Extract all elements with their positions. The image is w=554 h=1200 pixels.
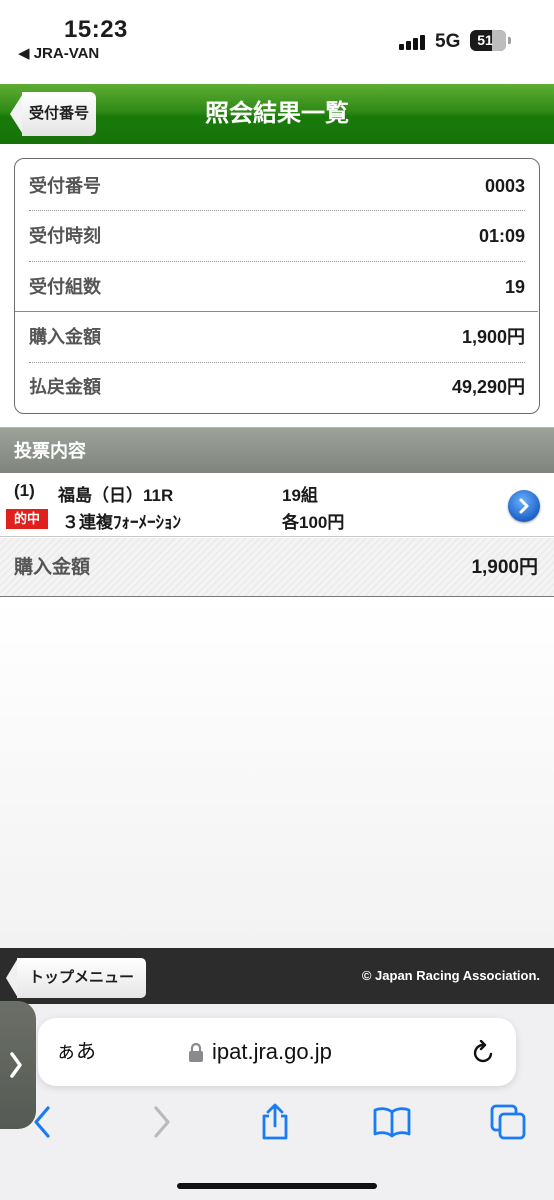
purchase-label: 購入金額 [14,557,91,578]
battery-level: 51 [477,32,493,48]
address-bar[interactable]: ぁあ ipat.jra.go.jp [38,1018,516,1086]
section-header: 投票内容 [0,427,554,473]
purchase-total-row: 購入金額 1,900円 [0,538,554,597]
summary-label: 受付番号 [29,176,101,196]
lock-icon [188,1042,204,1062]
summary-value: 49,290円 [451,377,525,397]
home-indicator [177,1183,377,1189]
screen: { "status_bar": { "time": "15:23", "back… [0,0,554,1200]
summary-row: 払戻金額 49,290円 [29,362,525,412]
chevron-right-icon [10,1052,22,1078]
bet-combos: 19組 [282,486,318,505]
top-menu-label: トップメニュー [17,958,146,998]
summary-value: 0003 [484,176,525,196]
url-text: ipat.jra.go.jp [212,1039,332,1064]
summary-label: 払戻金額 [29,377,101,397]
purchase-value: 1,900円 [471,557,538,578]
back-icon[interactable] [26,1102,66,1142]
bet-unit-price: 各100円 [282,513,345,532]
battery-icon: 51 [470,30,506,51]
share-icon[interactable] [255,1102,295,1142]
summary-row: 受付番号 0003 [29,161,525,211]
summary-value: 1,900円 [461,327,525,347]
bet-race: 福島（日）11R [58,486,174,505]
page-header: 照会結果一覧 受付番号 [0,84,554,144]
page-footer: トップメニュー © Japan Racing Association. [0,948,554,1004]
back-button-label: 受付番号 [22,92,96,136]
summary-row: 受付組数 19 [29,262,525,312]
reload-icon[interactable] [470,1039,496,1066]
bet-type: ３連複ﾌｫｰﾒｰｼｮﾝ [62,513,181,532]
tabs-icon[interactable] [488,1102,528,1142]
top-menu-button[interactable]: トップメニュー [6,958,146,998]
summary-box: 受付番号 0003 受付時刻 01:09 受付組数 19 購入金額 1,900円… [14,158,540,414]
bet-index: (1) [14,481,35,500]
status-time: 15:23 [64,16,128,43]
forward-icon[interactable] [140,1102,180,1142]
summary-label: 購入金額 [29,327,101,347]
reader-options-button[interactable]: ぁあ [56,1018,96,1086]
network-type: 5G [435,31,461,52]
summary-row: 受付時刻 01:09 [29,211,525,261]
signal-icon [399,34,427,50]
summary-label: 受付組数 [29,277,101,297]
back-button[interactable]: 受付番号 [10,92,96,136]
hit-badge: 的中 [6,509,48,529]
summary-label: 受付時刻 [29,226,101,246]
section-title: 投票内容 [14,441,86,461]
summary-value: 01:09 [478,226,525,246]
back-to-app-link[interactable]: ◀ JRA-VAN [18,44,99,62]
bet-list-item[interactable]: (1) 福島（日）11R 19組 的中 ３連複ﾌｫｰﾒｰｼｮﾝ 各100円 [0,473,554,537]
battery-cap [508,37,511,44]
chevron-right-icon[interactable] [508,490,540,522]
copyright-text: © Japan Racing Association. [361,968,540,983]
content-background [0,599,554,949]
status-bar: 15:23 ◀ JRA-VAN 5G 51 [0,0,554,84]
bookmarks-icon[interactable] [372,1102,412,1142]
summary-value: 19 [504,277,525,297]
summary-row: 購入金額 1,900円 [29,312,525,362]
